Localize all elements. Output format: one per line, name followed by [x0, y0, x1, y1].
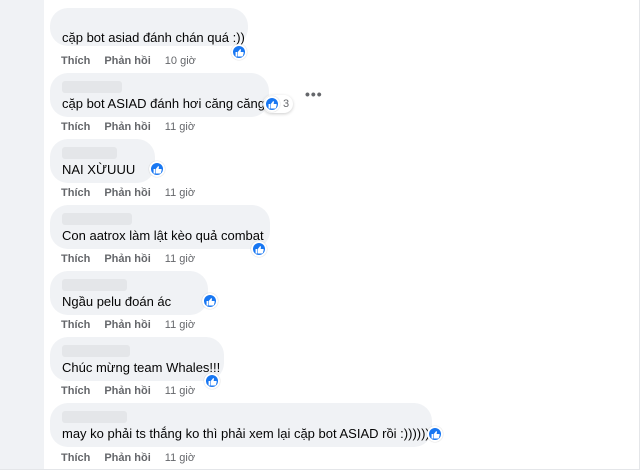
like-link[interactable]: Thích	[61, 55, 90, 67]
comment-actions: Thích Phản hồi 10 giờ	[61, 55, 196, 67]
author-name[interactable]	[62, 147, 117, 159]
like-thumb-icon	[231, 44, 247, 60]
author-name[interactable]	[62, 279, 127, 291]
reply-link[interactable]: Phản hồi	[104, 187, 150, 199]
more-options-icon[interactable]: •••	[305, 86, 323, 102]
author-name[interactable]	[62, 213, 132, 225]
comment-bubble: cặp bot ASIAD đánh hơi căng căng	[50, 73, 269, 117]
comment-text: Ngầu pelu đoán ác	[62, 294, 172, 309]
timestamp[interactable]: 11 giờ	[165, 319, 195, 331]
like-link[interactable]: Thích	[61, 253, 90, 265]
left-rail	[0, 0, 44, 470]
comment-text: Chúc mừng team Whales!!!	[62, 360, 221, 375]
comment-bubble: Chúc mừng team Whales!!!	[50, 337, 224, 381]
like-thumb-icon	[202, 293, 218, 309]
comment-bubble: may ko phải ts thắng ko thì phải xem lại…	[50, 403, 432, 447]
reaction-badge[interactable]	[251, 241, 267, 257]
comment-actions: Thích Phản hồi 11 giờ	[61, 253, 195, 265]
comment-item: Chúc mừng team Whales!!!	[50, 337, 224, 389]
comment-bubble: Ngầu pelu đoán ác	[50, 271, 208, 315]
like-thumb-icon	[204, 373, 220, 389]
comment-bubble: NAI XỪUUU	[50, 139, 155, 183]
reply-link[interactable]: Phản hồi	[104, 253, 150, 265]
like-thumb-icon	[251, 241, 267, 257]
reply-link[interactable]: Phản hồi	[104, 452, 150, 464]
comment-item: Con aatrox làm lật kèo quả combat	[50, 205, 270, 257]
comment-text: may ko phải ts thắng ko thì phải xem lại…	[62, 426, 430, 441]
comment-item: cặp bot asiad đánh chán quá :))	[50, 8, 248, 60]
comment-item: cặp bot ASIAD đánh hơi căng căng 3	[50, 73, 294, 122]
comment-item: may ko phải ts thắng ko thì phải xem lại…	[50, 403, 443, 452]
timestamp[interactable]: 11 giờ	[165, 452, 195, 464]
reply-link[interactable]: Phản hồi	[104, 319, 150, 331]
comment-actions: Thích Phản hồi 11 giờ	[61, 319, 195, 331]
comment-text: NAI XỪUUU	[62, 162, 136, 177]
like-link[interactable]: Thích	[61, 385, 90, 397]
comment-text: cặp bot ASIAD đánh hơi căng căng	[62, 96, 265, 111]
reply-link[interactable]: Phản hồi	[104, 55, 150, 67]
like-thumb-icon	[264, 96, 280, 112]
comment-actions: Thích Phản hồi 11 giờ	[61, 121, 195, 133]
author-name[interactable]	[62, 81, 122, 93]
reaction-count: 3	[283, 98, 290, 110]
like-link[interactable]: Thích	[61, 319, 90, 331]
reaction-badge[interactable]	[204, 373, 220, 389]
author-name[interactable]	[62, 345, 130, 357]
comment-actions: Thích Phản hồi 11 giờ	[61, 187, 195, 199]
timestamp[interactable]: 11 giờ	[165, 385, 195, 397]
comment-text: cặp bot asiad đánh chán quá :))	[62, 30, 245, 45]
reply-link[interactable]: Phản hồi	[104, 121, 150, 133]
like-link[interactable]: Thích	[61, 187, 90, 199]
reaction-badge[interactable]	[427, 426, 443, 442]
comment-bubble: Con aatrox làm lật kèo quả combat	[50, 205, 270, 249]
like-link[interactable]: Thích	[61, 121, 90, 133]
comment-item: NAI XỪUUU	[50, 139, 165, 188]
like-thumb-icon	[427, 426, 443, 442]
reaction-badge[interactable]	[231, 44, 247, 60]
reply-link[interactable]: Phản hồi	[104, 385, 150, 397]
reaction-badge[interactable]	[149, 161, 165, 177]
timestamp[interactable]: 11 giờ	[165, 187, 195, 199]
comment-actions: Thích Phản hồi 11 giờ	[61, 452, 195, 464]
comment-item: Ngầu pelu đoán ác	[50, 271, 218, 320]
like-thumb-icon	[149, 161, 165, 177]
timestamp[interactable]: 11 giờ	[165, 121, 195, 133]
timestamp[interactable]: 10 giờ	[165, 55, 196, 67]
reaction-badge[interactable]	[202, 293, 218, 309]
timestamp[interactable]: 11 giờ	[165, 253, 195, 265]
like-link[interactable]: Thích	[61, 452, 90, 464]
comment-text: Con aatrox làm lật kèo quả combat	[62, 228, 264, 243]
comment-actions: Thích Phản hồi 11 giờ	[61, 385, 195, 397]
author-name[interactable]	[62, 411, 127, 423]
comment-bubble: cặp bot asiad đánh chán quá :))	[50, 8, 248, 46]
reaction-badge[interactable]: 3	[263, 95, 294, 113]
